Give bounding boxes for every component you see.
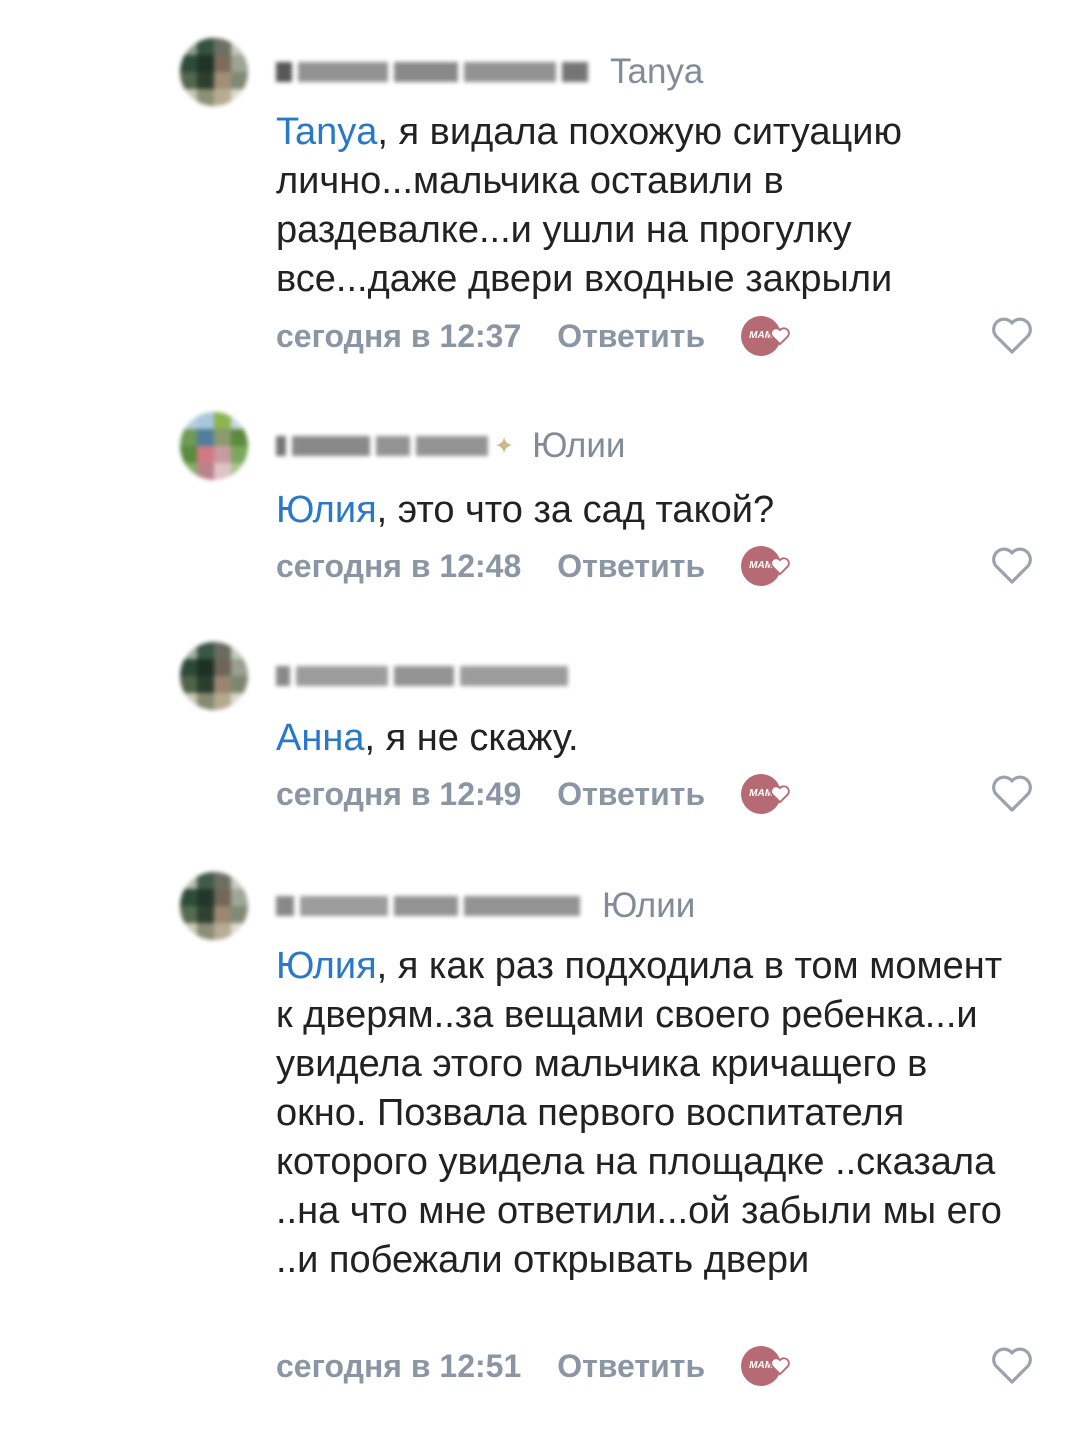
author-name-redacted[interactable] <box>276 436 488 456</box>
comment-meta: сегодня в 12:51 Ответить MAM <box>276 1344 790 1388</box>
avatar[interactable] <box>180 38 248 106</box>
comment-date: сегодня в 12:51 <box>276 1347 522 1384</box>
reply-button[interactable]: Ответить <box>557 318 705 355</box>
author-row <box>276 654 568 698</box>
reply-button[interactable]: Ответить <box>557 776 705 813</box>
heart-outline-icon[interactable] <box>990 316 1034 356</box>
sparkle-icon: ✦ <box>494 432 515 460</box>
reply-button[interactable]: Ответить <box>557 548 705 585</box>
mention-link[interactable]: Юлия <box>276 945 377 987</box>
mention-link[interactable]: Tanya <box>276 111 377 153</box>
reaction-sticker-icon[interactable]: MAM <box>741 546 790 586</box>
comment-text: Юлия, это что за сад такой? <box>276 486 1016 535</box>
heart-outline-icon[interactable] <box>990 1346 1034 1386</box>
comment-text: Tanya, я видала похожую ситуацию лично..… <box>276 108 1016 304</box>
comment-date: сегодня в 12:37 <box>276 317 522 354</box>
comment-date: сегодня в 12:49 <box>276 775 522 812</box>
author-name-redacted[interactable] <box>276 666 568 686</box>
comment-text: Юлия, я как раз подходила в том момент к… <box>276 942 1016 1285</box>
author-name-redacted[interactable] <box>276 62 588 82</box>
heart-outline-icon[interactable] <box>990 774 1034 814</box>
reply-to-name[interactable]: Tanya <box>610 52 703 92</box>
reaction-sticker-icon[interactable]: MAM <box>741 774 790 814</box>
reaction-sticker-icon[interactable]: MAM <box>741 316 790 356</box>
comment-date: сегодня в 12:48 <box>276 547 522 584</box>
avatar[interactable] <box>180 642 248 710</box>
author-row: ✦ Юлии <box>276 424 625 468</box>
reply-to-name[interactable]: Юлии <box>532 426 625 466</box>
mini-heart-icon <box>770 327 790 346</box>
author-row: Tanya <box>276 50 703 94</box>
mini-heart-icon <box>770 557 790 576</box>
avatar[interactable] <box>180 412 248 480</box>
heart-outline-icon[interactable] <box>990 546 1034 586</box>
comment-body: , я как раз подходила в том момент к две… <box>276 945 1003 1281</box>
comment-meta: сегодня в 12:37 Ответить MAM <box>276 314 790 358</box>
comment-text: Анна, я не скажу. <box>276 714 1016 763</box>
mention-link[interactable]: Анна <box>276 717 364 759</box>
reaction-sticker-icon[interactable]: MAM <box>741 1346 790 1386</box>
mini-heart-icon <box>770 1357 790 1376</box>
comment-meta: сегодня в 12:49 Ответить MAM <box>276 772 790 816</box>
author-name-redacted[interactable] <box>276 896 580 916</box>
comment-meta: сегодня в 12:48 Ответить MAM <box>276 544 790 588</box>
comment-body: , я не скажу. <box>364 717 579 759</box>
comment-body: , это что за сад такой? <box>376 489 775 531</box>
reply-button[interactable]: Ответить <box>557 1348 705 1385</box>
author-row: Юлии <box>276 884 695 928</box>
avatar[interactable] <box>180 872 248 940</box>
mention-link[interactable]: Юлия <box>276 489 377 531</box>
mini-heart-icon <box>770 785 790 804</box>
reply-to-name[interactable]: Юлии <box>602 886 695 926</box>
